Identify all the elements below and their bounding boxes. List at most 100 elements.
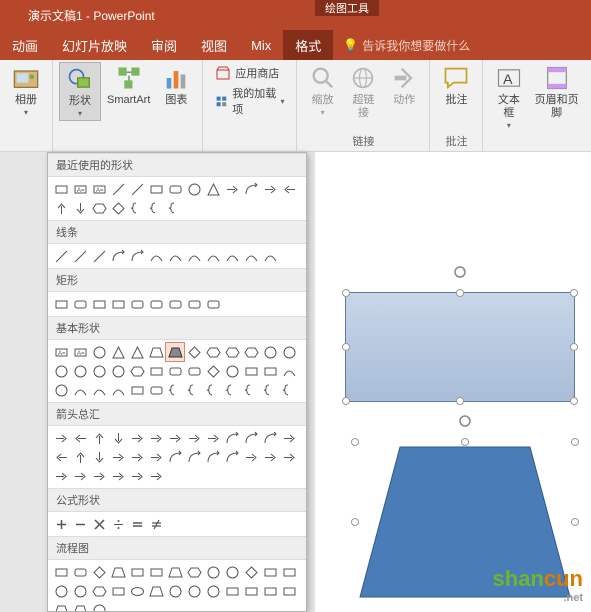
shape-option[interactable] [128, 429, 146, 447]
shape-option[interactable] [242, 429, 260, 447]
shape-option[interactable] [185, 448, 203, 466]
shape-option[interactable] [147, 247, 165, 265]
shape-option[interactable] [242, 362, 260, 380]
shape-option[interactable] [185, 295, 203, 313]
shape-option[interactable] [71, 515, 89, 533]
shape-option[interactable] [242, 563, 260, 581]
shape-option[interactable] [166, 381, 184, 399]
shape-option[interactable] [166, 247, 184, 265]
shape-option[interactable] [242, 381, 260, 399]
shape-option[interactable] [261, 582, 279, 600]
shape-option[interactable] [166, 180, 184, 198]
shape-option[interactable] [147, 295, 165, 313]
shape-option[interactable] [128, 515, 146, 533]
shape-option[interactable] [109, 247, 127, 265]
shape-option[interactable] [90, 381, 108, 399]
shape-option[interactable] [128, 467, 146, 485]
smartart-button[interactable]: SmartArt [101, 62, 156, 109]
shape-option[interactable] [242, 247, 260, 265]
shape-option[interactable] [147, 467, 165, 485]
shape-option[interactable] [280, 429, 298, 447]
shape-option[interactable] [128, 582, 146, 600]
shape-option[interactable] [223, 563, 241, 581]
shape-option[interactable] [261, 343, 279, 361]
rotate-handle[interactable] [458, 414, 472, 428]
shape-option[interactable] [185, 563, 203, 581]
shape-option[interactable] [185, 429, 203, 447]
shape-option[interactable] [166, 563, 184, 581]
shape-option[interactable] [71, 199, 89, 217]
shape-option[interactable] [261, 448, 279, 466]
comment-button[interactable]: 批注 [436, 62, 476, 109]
shape-option[interactable] [90, 199, 108, 217]
header-footer-button[interactable]: 页眉和页脚 [528, 62, 585, 122]
shape-option[interactable] [242, 343, 260, 361]
shape-option[interactable] [71, 381, 89, 399]
shape-option[interactable] [166, 295, 184, 313]
resize-handle[interactable] [342, 397, 350, 405]
store-button[interactable]: 应用商店 [213, 64, 286, 82]
shape-option[interactable] [166, 429, 184, 447]
resize-handle[interactable] [456, 289, 464, 297]
shape-option[interactable] [71, 362, 89, 380]
shape-option[interactable] [185, 247, 203, 265]
shape-option[interactable] [223, 343, 241, 361]
shape-option[interactable] [147, 429, 165, 447]
resize-handle[interactable] [456, 397, 464, 405]
shape-option[interactable] [147, 199, 165, 217]
shape-option[interactable] [261, 180, 279, 198]
shape-option[interactable] [185, 582, 203, 600]
shape-option[interactable] [280, 362, 298, 380]
shape-option[interactable] [90, 582, 108, 600]
shape-option[interactable] [261, 247, 279, 265]
shape-option[interactable] [223, 381, 241, 399]
shape-option[interactable] [90, 467, 108, 485]
shape-option[interactable] [204, 180, 222, 198]
tell-me-search[interactable]: 💡 告诉我你想要做什么 [333, 30, 470, 60]
resize-handle[interactable] [351, 518, 359, 526]
shape-option[interactable] [204, 563, 222, 581]
shape-option[interactable] [90, 429, 108, 447]
shape-option[interactable] [71, 295, 89, 313]
shape-option[interactable] [52, 247, 70, 265]
shape-option[interactable] [280, 582, 298, 600]
shape-option[interactable] [128, 563, 146, 581]
shape-option[interactable]: A= [52, 343, 70, 361]
shape-option[interactable] [128, 199, 146, 217]
shape-option[interactable] [71, 247, 89, 265]
resize-handle[interactable] [570, 289, 578, 297]
shape-option[interactable] [242, 448, 260, 466]
shape-option[interactable] [223, 429, 241, 447]
shape-option[interactable] [128, 247, 146, 265]
shape-option[interactable] [71, 429, 89, 447]
textbox-button[interactable]: A 文本框 ▾ [489, 62, 528, 132]
shape-option[interactable] [185, 362, 203, 380]
shape-option[interactable] [147, 582, 165, 600]
shape-option[interactable] [147, 448, 165, 466]
shape-option[interactable] [261, 429, 279, 447]
shape-option[interactable] [261, 362, 279, 380]
shape-option[interactable] [261, 381, 279, 399]
hyperlink-button[interactable]: 超链接 [342, 62, 385, 122]
shape-option[interactable] [166, 362, 184, 380]
shape-option[interactable] [109, 429, 127, 447]
shape-option[interactable] [90, 563, 108, 581]
shape-option[interactable] [185, 180, 203, 198]
shape-option[interactable] [280, 343, 298, 361]
resize-handle[interactable] [570, 397, 578, 405]
tab-mix[interactable]: Mix [239, 30, 283, 60]
shape-option[interactable] [90, 601, 108, 612]
shape-option[interactable] [109, 467, 127, 485]
shape-option[interactable] [128, 381, 146, 399]
shape-option[interactable] [52, 362, 70, 380]
shapes-button[interactable]: 形状 ▾ [59, 62, 101, 121]
tab-slideshow[interactable]: 幻灯片放映 [50, 30, 139, 60]
shape-option[interactable] [90, 362, 108, 380]
shape-option[interactable] [223, 362, 241, 380]
selected-rectangle-shape[interactable] [345, 292, 575, 402]
shape-option[interactable] [109, 343, 127, 361]
shape-option[interactable] [204, 362, 222, 380]
shape-option[interactable] [223, 448, 241, 466]
resize-handle[interactable] [570, 343, 578, 351]
chart-button[interactable]: 图表 [156, 62, 196, 109]
